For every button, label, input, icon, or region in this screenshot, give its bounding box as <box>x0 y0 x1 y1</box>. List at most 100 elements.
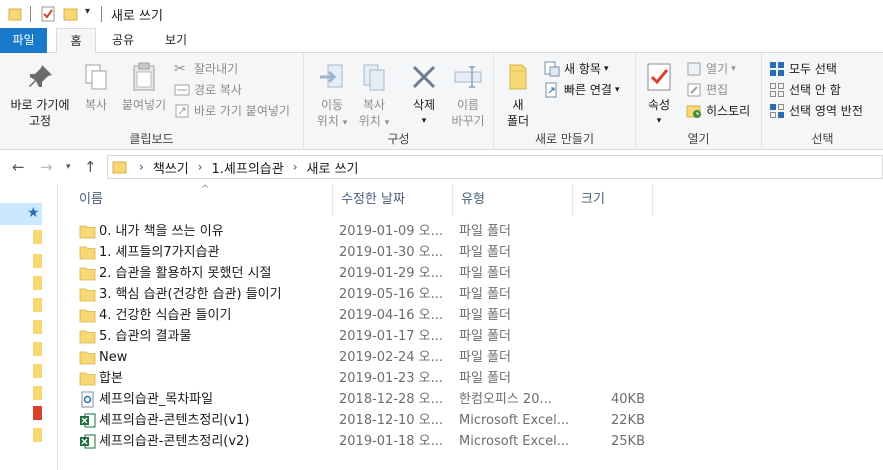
file-name: 셰프의습관_목차파일 <box>99 392 214 407</box>
easy-access-button[interactable]: 빠른 연결 ▾ <box>544 80 620 100</box>
organize-group: 이동 위치 ▾ 복사 위치 ▾ 삭제 ▾ 이름 바꾸기 구성 <box>304 53 494 150</box>
column-header-date[interactable]: 수정한 날짜 <box>333 184 453 216</box>
copy-to-button[interactable]: 복사 위치 ▾ <box>354 57 394 131</box>
new-folder-button[interactable]: 새 폴더 <box>500 57 536 129</box>
excel-file-icon <box>80 413 96 428</box>
address-bar[interactable]: › 책쓰기 › 1.셰프의습관 › 새로 쓰기 <box>107 155 883 179</box>
folder-icon <box>509 64 527 90</box>
chevron-down-icon: ▾ <box>384 118 390 128</box>
new-folder-icon[interactable] <box>63 6 79 22</box>
file-date: 2019-01-17 오... <box>339 329 444 344</box>
table-row[interactable]: 0. 내가 책을 쓰는 이유 2019-01-09 오... 파일 폴더 <box>79 221 689 242</box>
invert-selection-button[interactable]: 선택 영역 반전 <box>769 101 863 121</box>
copy-label: 복사 <box>84 98 108 112</box>
edit-label: 편집 <box>706 83 729 97</box>
select-none-button[interactable]: 선택 안 함 <box>769 80 841 100</box>
delete-button[interactable]: 삭제 ▾ <box>404 57 444 129</box>
paste-button[interactable]: 붙여넣기 <box>118 57 170 113</box>
move-to-button[interactable]: 이동 위치 ▾ <box>312 57 352 131</box>
chevron-down-icon: ▾ <box>603 64 609 74</box>
select-none-icon <box>770 83 784 97</box>
tab-home[interactable]: 홈 <box>56 28 96 54</box>
pin-icon <box>29 65 52 87</box>
delete-label: 삭제 <box>412 98 436 112</box>
tab-file[interactable]: 파일 <box>0 28 47 53</box>
folder-icon <box>79 372 96 386</box>
edit-button[interactable]: 편집 <box>686 80 728 100</box>
scissors-icon: ✂ <box>174 61 186 77</box>
rename-button[interactable]: 이름 바꾸기 <box>446 57 490 129</box>
copy-path-label: 경로 복사 <box>194 83 242 97</box>
table-row[interactable]: 1. 셰프들의7가지습관 2019-01-30 오... 파일 폴더 <box>79 242 689 263</box>
column-header-size[interactable]: 크기 <box>573 184 653 216</box>
file-type: 파일 폴더 <box>459 308 511 323</box>
move-to-label: 이동 위치 <box>316 98 344 128</box>
history-icon <box>686 105 701 118</box>
folder-icon <box>79 225 96 239</box>
table-row[interactable]: 3. 핵심 습관(건강한 습관) 들이기 2019-05-16 오... 파일 폴더 <box>79 284 689 305</box>
breadcrumb-separator-icon[interactable]: › <box>198 160 203 174</box>
ribbon: 바로 가기에 고정 복사 붙여넣기 ✂ 잘라내기 경로 복사 바로 가기 붙여넣… <box>0 53 883 150</box>
clipboard-icon <box>133 62 155 91</box>
properties-icon <box>647 63 671 91</box>
table-row[interactable]: 4. 건강한 식습관 들이기 2019-04-16 오... 파일 폴더 <box>79 305 689 326</box>
back-arrow-icon[interactable]: ← <box>12 158 25 176</box>
copy-button[interactable]: 복사 <box>78 57 114 113</box>
pin-label: 바로 가기에 고정 <box>10 98 70 128</box>
folder-icon[interactable] <box>33 230 43 450</box>
file-size: 25KB <box>611 434 645 449</box>
file-name: New <box>99 350 128 365</box>
open-group-label: 열기 <box>687 132 710 146</box>
open-button[interactable]: 열기 ▾ <box>686 59 736 79</box>
breadcrumb-item[interactable]: 새로 쓰기 <box>307 158 359 177</box>
column-header-name[interactable]: 이름 <box>71 184 333 216</box>
file-name: 1. 셰프들의7가지습관 <box>99 245 220 260</box>
up-arrow-icon[interactable]: ↑ <box>84 158 97 176</box>
new-item-button[interactable]: 새 항목 ▾ <box>544 59 608 79</box>
new-item-label: 새 항목 <box>564 62 601 76</box>
table-row[interactable]: 5. 습관의 결과물 2019-01-17 오... 파일 폴더 <box>79 326 689 347</box>
tab-share[interactable]: 공유 <box>103 28 143 53</box>
table-row[interactable]: 2. 습관을 활용하지 못했던 시절 2019-01-29 오... 파일 폴더 <box>79 263 689 284</box>
chevron-down-icon: ▾ <box>421 116 427 126</box>
table-row[interactable]: 셰프의습관_목차파일 2018-12-28 오... 한컴오피스 20... 40KB <box>79 389 689 410</box>
file-type: 파일 폴더 <box>459 287 511 302</box>
ribbon-tabs: 파일 홈 공유 보기 <box>0 28 883 54</box>
easy-access-icon <box>545 82 557 98</box>
table-row[interactable]: 셰프의습관-콘텐츠정리(v2) 2019-01-18 오... Microsoft … <box>79 431 689 452</box>
properties-icon[interactable] <box>40 6 56 22</box>
breadcrumb-item[interactable]: 1.셰프의습관 <box>212 158 284 177</box>
breadcrumb-separator-icon[interactable]: › <box>139 160 144 174</box>
properties-button[interactable]: 속성 ▾ <box>642 57 676 129</box>
paste-shortcut-button[interactable]: 바로 가기 붙여넣기 <box>174 101 290 121</box>
select-all-button[interactable]: 모두 선택 <box>769 59 837 79</box>
file-size: 22KB <box>611 413 645 428</box>
chevron-down-icon: ▾ <box>342 118 348 128</box>
copy-path-button[interactable]: 경로 복사 <box>174 80 242 100</box>
pin-to-quick-access-button[interactable]: 바로 가기에 고정 <box>4 57 76 129</box>
file-type: Microsoft Excel... <box>459 434 570 449</box>
invert-selection-icon <box>770 104 784 118</box>
folder-icon <box>79 309 96 323</box>
open-icon <box>687 62 701 76</box>
window-title: 새로 쓰기 <box>111 9 163 24</box>
history-button[interactable]: 히스토리 <box>686 101 750 121</box>
cut-button[interactable]: ✂ 잘라내기 <box>174 59 238 79</box>
file-list: ^ 이름 수정한 날짜 유형 크기 0. 내가 책을 쓰는 이유 2019-01-… <box>59 184 883 470</box>
chevron-down-icon[interactable]: ▾ <box>85 6 90 17</box>
recent-locations-icon[interactable]: ▾ <box>66 162 71 172</box>
navigation-pane: ★ <box>0 184 58 470</box>
table-row[interactable]: New 2019-02-24 오... 파일 폴더 <box>79 347 689 368</box>
tab-view[interactable]: 보기 <box>156 28 196 53</box>
forward-arrow-icon[interactable]: → <box>40 158 53 176</box>
rename-label: 이름 바꾸기 <box>451 98 485 128</box>
select-group-label: 선택 <box>811 132 834 146</box>
breadcrumb-separator-icon[interactable]: › <box>293 160 298 174</box>
table-row[interactable]: 셰프의습관-콘텐츠정리(v1) 2018-12-10 오... Microsoft … <box>79 410 689 431</box>
breadcrumb-item[interactable]: 책쓰기 <box>153 158 189 177</box>
column-header-type[interactable]: 유형 <box>453 184 573 216</box>
table-row[interactable]: 합본 2019-01-23 오... 파일 폴더 <box>79 368 689 389</box>
copy-icon <box>85 64 107 90</box>
open-label: 열기 <box>706 62 729 76</box>
file-date: 2019-05-16 오... <box>339 287 444 302</box>
